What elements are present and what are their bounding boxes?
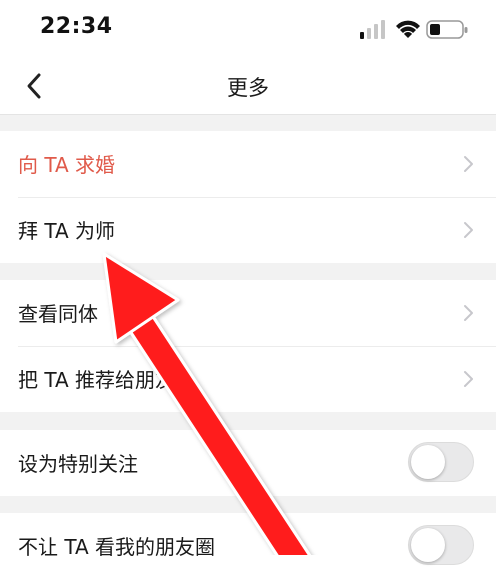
row-special-follow: 设为特别关注: [0, 430, 496, 496]
row-label: 不让 TA 看我的朋友圈: [18, 535, 216, 559]
row-hide-moments: 不让 TA 看我的朋友圈: [0, 513, 496, 579]
settings-group-3: 设为特别关注: [0, 430, 496, 496]
status-bar: 22:34: [0, 0, 496, 58]
chevron-right-icon: [464, 371, 473, 387]
chevron-right-icon: [464, 156, 473, 172]
wifi-icon: [396, 20, 420, 38]
row-label: 把 TA 推荐给朋友: [18, 368, 176, 392]
hide-moments-toggle[interactable]: [408, 525, 474, 565]
row-label: 向 TA 求婚: [18, 153, 116, 177]
page-title: 更多: [227, 76, 269, 100]
row-label: 设为特别关注: [18, 452, 138, 476]
row-recommend-to-friend[interactable]: 把 TA 推荐给朋友: [0, 346, 496, 412]
battery-icon: [426, 20, 468, 39]
chevron-right-icon: [464, 305, 473, 321]
settings-group-2: 查看同体 把 TA 推荐给朋友: [0, 280, 496, 412]
settings-group-4: 不让 TA 看我的朋友圈: [0, 513, 496, 579]
row-view-same[interactable]: 查看同体: [0, 280, 496, 346]
row-label: 拜 TA 为师: [18, 219, 116, 243]
settings-group-1: 向 TA 求婚 拜 TA 为师: [0, 131, 496, 263]
navigation-bar: 更多: [0, 58, 496, 115]
row-propose[interactable]: 向 TA 求婚: [0, 131, 496, 197]
status-icons: [360, 20, 468, 39]
row-become-disciple[interactable]: 拜 TA 为师: [0, 197, 496, 263]
chevron-right-icon: [464, 222, 473, 238]
status-time: 22:34: [40, 14, 113, 39]
signal-icon: [360, 20, 385, 39]
special-follow-toggle[interactable]: [408, 442, 474, 482]
toggle-knob: [411, 445, 445, 479]
row-label: 查看同体: [18, 302, 98, 326]
toggle-knob: [411, 528, 445, 562]
